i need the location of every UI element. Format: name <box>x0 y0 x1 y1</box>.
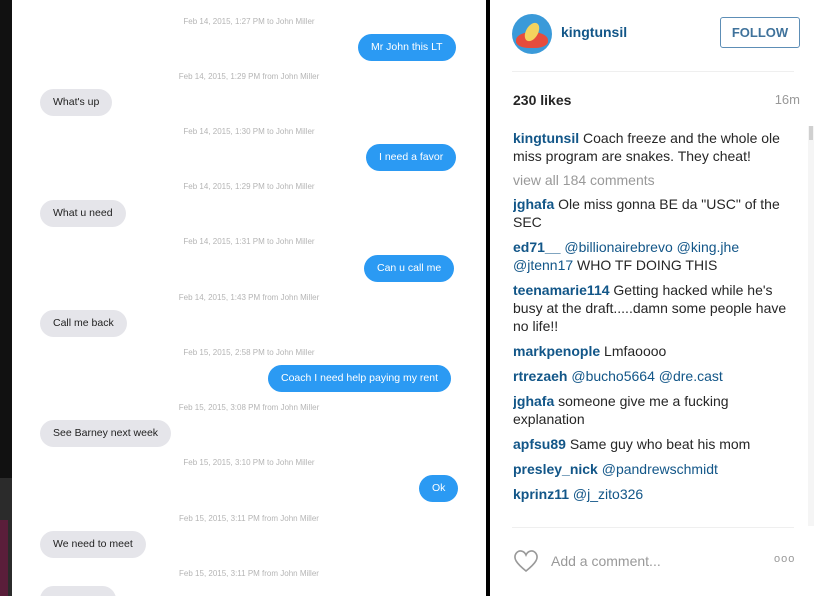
message-timestamp: Feb 14, 2015, 1:30 PM to John Miller <box>183 127 315 136</box>
comment-username[interactable]: ed71__ <box>513 239 560 255</box>
scrollbar[interactable] <box>808 126 814 526</box>
message-timestamp: Feb 14, 2015, 1:43 PM from John Miller <box>178 293 320 302</box>
received-message: What's up <box>40 89 113 116</box>
message-timestamp: Feb 14, 2015, 1:31 PM to John Miller <box>183 237 315 246</box>
post-side-panel: kingtunsil FOLLOW 230 likes 16m kingtuns… <box>490 0 814 596</box>
comment-mention[interactable]: @bucho5664 @dre.cast <box>571 368 722 384</box>
comment-username[interactable]: rtrezaeh <box>513 368 567 384</box>
comment-item: kprinz11 @j_zito326 <box>513 485 791 503</box>
post-header: kingtunsil FOLLOW <box>490 0 814 72</box>
view-all-comments-link[interactable]: view all 184 comments <box>513 172 791 188</box>
received-message: We need to meet <box>40 531 146 558</box>
comment-item: markpenople Lmfaoooo <box>513 342 791 360</box>
comment-username[interactable]: jghafa <box>513 196 554 212</box>
comment-text: Same guy who beat his mom <box>569 436 751 452</box>
comment-item: jghafa someone give me a fucking explana… <box>513 392 791 428</box>
comment-item: presley_nick @pandrewschmidt <box>513 460 791 478</box>
add-comment-input[interactable]: Add a comment... <box>551 553 661 569</box>
caption: kingtunsil Coach freeze and the whole ol… <box>513 129 791 165</box>
comment-username[interactable]: jghafa <box>513 393 554 409</box>
comment-text: Lmfaoooo <box>604 343 667 359</box>
avatar[interactable] <box>512 14 552 54</box>
comment-username[interactable]: markpenople <box>513 343 600 359</box>
comment-username[interactable]: apfsu89 <box>513 436 566 452</box>
edge-fragment <box>0 520 8 596</box>
message-timestamp: Feb 15, 2015, 3:11 PM from John Miller <box>179 514 319 523</box>
message-timestamp: Feb 14, 2015, 1:29 PM to John Miller <box>183 182 315 191</box>
post-footer: Add a comment... ooo <box>490 527 814 596</box>
comment-username[interactable]: teenamarie114 <box>513 282 610 298</box>
left-edge-strip <box>0 0 12 596</box>
message-timestamp: Feb 14, 2015, 1:27 PM to John Miller <box>183 17 315 26</box>
username-link[interactable]: kingtunsil <box>561 24 627 40</box>
message-timestamp: Feb 15, 2015, 3:10 PM to John Miller <box>183 458 315 467</box>
comment-username[interactable]: presley_nick <box>513 461 598 477</box>
received-message: What u need <box>40 200 126 227</box>
comment-text: WHO TF DOING THIS <box>573 257 718 273</box>
more-options-icon[interactable]: ooo <box>774 553 795 565</box>
message-timestamp: Feb 15, 2015, 3:11 PM from John Miller <box>179 569 319 578</box>
sent-message: I need a favor <box>366 144 457 171</box>
comment-item: apfsu89 Same guy who beat his mom <box>513 435 791 453</box>
comment-mention[interactable]: @pandrewschmidt <box>602 461 718 477</box>
caption-username[interactable]: kingtunsil <box>513 130 579 146</box>
sent-message: Coach I need help paying my rent <box>268 365 452 392</box>
comment-item: teenamarie114 Getting hacked while he's … <box>513 281 791 335</box>
sent-message: Mr John this LT <box>358 34 456 61</box>
post-photo: Feb 14, 2015, 1:27 PM to John Miller Mr … <box>12 0 486 596</box>
comment-item: jghafa Ole miss gonna BE da "USC" of the… <box>513 195 791 231</box>
follow-button[interactable]: FOLLOW <box>720 17 800 48</box>
comments-list: kingtunsil Coach freeze and the whole ol… <box>513 129 791 525</box>
received-message: Call me back <box>40 310 127 337</box>
post-time[interactable]: 16m <box>775 92 800 107</box>
scrollbar-thumb[interactable] <box>809 126 813 140</box>
comment-mention[interactable]: @j_zito326 <box>573 486 643 502</box>
comment-username[interactable]: kprinz11 <box>513 486 569 502</box>
received-message: See Barney next week <box>40 420 172 447</box>
comment-item: ed71__ @billionairebrevo @king.jhe @jten… <box>513 238 791 274</box>
message-timestamp: Feb 15, 2015, 2:58 PM to John Miller <box>183 348 315 357</box>
comment-item: rtrezaeh @bucho5664 @dre.cast <box>513 367 791 385</box>
sent-message: Ok <box>419 475 459 502</box>
likes-count[interactable]: 230 likes <box>513 92 571 108</box>
message-timestamp: Feb 15, 2015, 3:08 PM from John Miller <box>178 403 320 412</box>
message-timestamp: Feb 14, 2015, 1:29 PM from John Miller <box>178 72 320 81</box>
heart-icon[interactable] <box>512 547 540 575</box>
sent-message: Can u call me <box>364 255 455 282</box>
received-message <box>40 586 116 596</box>
divider <box>512 71 794 72</box>
